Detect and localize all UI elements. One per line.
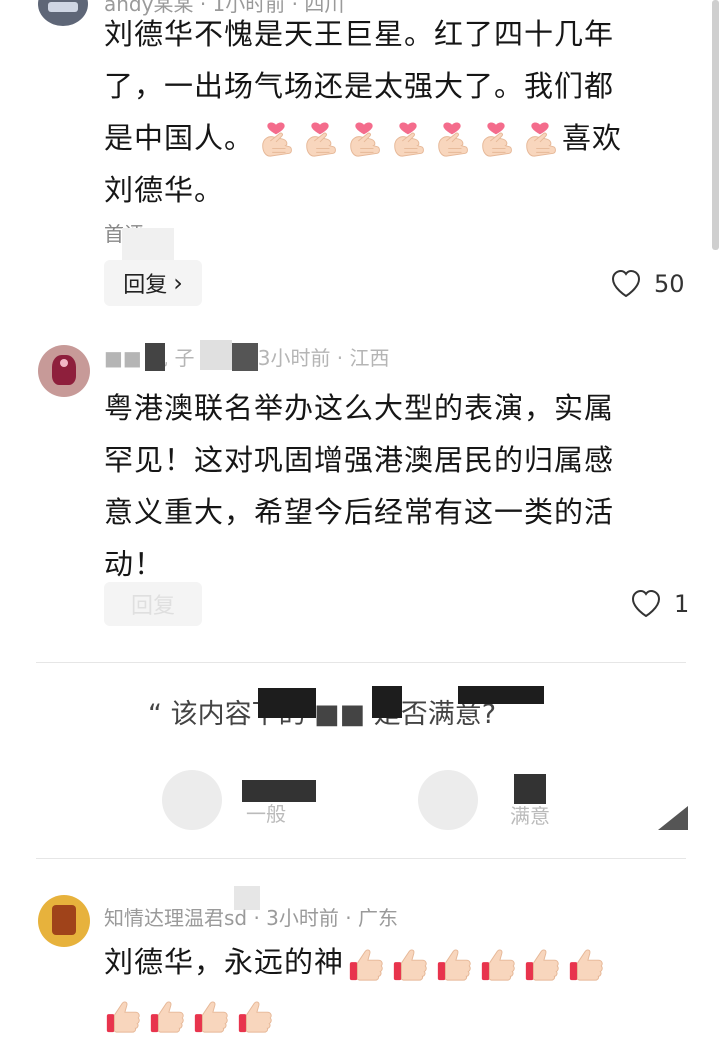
survey-option-positive[interactable]: 满意 (418, 770, 578, 830)
comment-line-text: 是中国人。 (104, 121, 255, 155)
comment-line: 意义重大，希望今后经常有这一类的活 (104, 495, 615, 529)
finger-heart-emoji (477, 121, 515, 159)
comment-line: 刘德华，永远的神 (104, 936, 704, 988)
comment-line-text: 刘德华，永远的神 (104, 945, 345, 979)
comment-line: 刘德华不愧是天王巨星。红了四十几年 (104, 17, 615, 51)
redaction-block (258, 688, 316, 718)
comment-meta: 知情达理温君sd · 3小时前 · 广东 (104, 906, 398, 930)
comment-line: 罕见！这对巩固增强港澳居民的归属感 (104, 443, 615, 477)
finger-heart-emoji (433, 121, 471, 159)
reply-button[interactable]: 回复 › (104, 260, 202, 306)
reply-button[interactable]: 回复 (104, 582, 202, 626)
avatar[interactable] (38, 895, 90, 947)
thumbs-up-emoji (192, 997, 230, 1035)
comment-text: 粤港澳联名举办这么大型的表演，实属 罕见！这对巩固增强港澳居民的归属感 意义重大… (104, 382, 704, 590)
thumbs-up-emoji (148, 997, 186, 1035)
divider (36, 858, 686, 859)
blurred-region (200, 340, 232, 370)
like-count: 50 (654, 270, 685, 298)
thumbs-up-emoji (435, 945, 473, 983)
avatar[interactable] (38, 0, 88, 26)
thumbs-up-emoji (347, 945, 385, 983)
survey-option-label: 满意 (510, 804, 550, 828)
blurred-region (122, 228, 174, 264)
comment-line: 刘德华。 (104, 173, 225, 207)
comment-line: 粤港澳联名举办这么大型的表演，实属 (104, 391, 615, 425)
thumbs-up-emoji (236, 997, 274, 1035)
redaction-block (145, 343, 165, 371)
like-button[interactable]: 1 (630, 588, 689, 620)
divider (36, 662, 686, 663)
heart-outline-icon (630, 588, 662, 620)
finger-heart-emoji (389, 121, 427, 159)
comment-line-text: 喜欢 (562, 121, 623, 155)
smiling-face-icon (418, 770, 478, 830)
comment-line (104, 988, 704, 1040)
reply-label: 回复 (123, 273, 168, 298)
chevron-right-icon: › (173, 269, 183, 297)
redaction-block (458, 686, 544, 704)
neutral-face-icon (162, 770, 222, 830)
scrollbar[interactable] (712, 0, 719, 250)
close-corner-icon[interactable] (658, 806, 688, 830)
heart-outline-icon (610, 268, 642, 300)
comment-text: 刘德华不愧是天王巨星。红了四十几年 了，一出场气场还是太强大了。我们都 是中国人… (104, 8, 704, 216)
finger-heart-emoji (521, 121, 559, 159)
thumbs-up-emoji (391, 945, 429, 983)
comment-line: 了，一出场气场还是太强大了。我们都 (104, 69, 615, 103)
survey-option-label: 一般 (246, 802, 286, 826)
like-count: 1 (674, 590, 690, 618)
avatar[interactable] (38, 345, 90, 397)
reply-label: 回复 (130, 594, 175, 619)
survey-question: “ 该内容下的 ■■ 是否满意? (148, 699, 497, 730)
like-button[interactable]: 50 (610, 268, 685, 300)
thumbs-up-emoji (104, 997, 142, 1035)
comment-line: 是中国人。 喜欢 (104, 112, 704, 164)
comment-text: 刘德华，永远的神 (104, 936, 704, 1040)
finger-heart-emoji (345, 121, 383, 159)
thumbs-up-emoji (523, 945, 561, 983)
redaction-block (232, 343, 258, 371)
finger-heart-emoji (257, 121, 295, 159)
thumbs-up-emoji (479, 945, 517, 983)
survey-option-neutral[interactable]: 一般 (162, 770, 322, 830)
redaction-block (372, 686, 402, 718)
thumbs-up-emoji (567, 945, 605, 983)
finger-heart-emoji (301, 121, 339, 159)
